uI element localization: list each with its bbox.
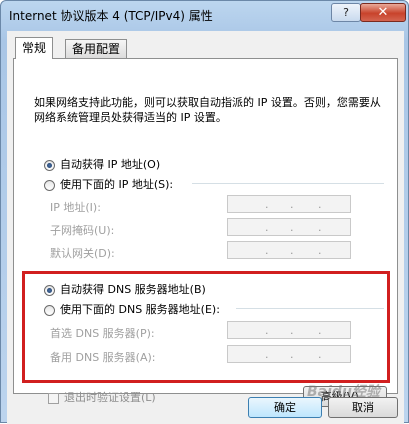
dialog-window: Internet 协议版本 4 (TCP/IPv4) 属性 ? ✕ 常规 备用配… [0, 0, 409, 424]
default-gateway-input[interactable]: ... [227, 241, 351, 259]
radio-unchecked-icon [44, 179, 55, 191]
auto-ip-radio[interactable]: 自动获得 IP 地址(O) [44, 156, 160, 172]
ip-address-input[interactable]: ... [227, 195, 351, 213]
checkbox-icon [48, 392, 59, 404]
red-highlight-box [22, 271, 390, 383]
title-bar[interactable]: Internet 协议版本 4 (TCP/IPv4) 属性 ? ✕ [1, 1, 408, 29]
description-text: 如果网络支持此功能，则可以获取自动指派的 IP 设置。否则，您需要从网络系统管理… [34, 96, 381, 124]
validate-label: 退出时验证设置(L) [64, 391, 156, 404]
dialog-body: 常规 备用配置 如果网络支持此功能，则可以获取自动指派的 IP 设置。否则，您需… [7, 31, 404, 424]
subnet-mask-input[interactable]: ... [227, 218, 351, 236]
ip-address-label: IP 地址(I): [50, 201, 101, 214]
baidu-watermark: Baidu经验 [307, 384, 380, 400]
tab-content: 如果网络支持此功能，则可以获取自动指派的 IP 设置。否则，您需要从网络系统管理… [13, 58, 398, 407]
window-title: Internet 协议版本 4 (TCP/IPv4) 属性 [9, 9, 213, 23]
help-button[interactable]: ? [331, 3, 361, 22]
auto-ip-label: 自动获得 IP 地址(O) [60, 158, 161, 171]
subnet-mask-label: 子网掩码(U): [50, 224, 115, 237]
manual-ip-label: 使用下面的 IP 地址(S): [60, 178, 174, 191]
tab-alternate-config[interactable]: 备用配置 [65, 39, 128, 58]
validate-checkbox[interactable]: 退出时验证设置(L) [48, 389, 156, 405]
close-button[interactable]: ✕ [360, 3, 406, 22]
manual-ip-radio[interactable]: 使用下面的 IP 地址(S): [44, 176, 173, 192]
radio-checked-icon [44, 159, 55, 171]
default-gateway-label: 默认网关(D): [50, 247, 115, 260]
group-divider [192, 183, 384, 184]
tab-general[interactable]: 常规 [15, 37, 54, 59]
